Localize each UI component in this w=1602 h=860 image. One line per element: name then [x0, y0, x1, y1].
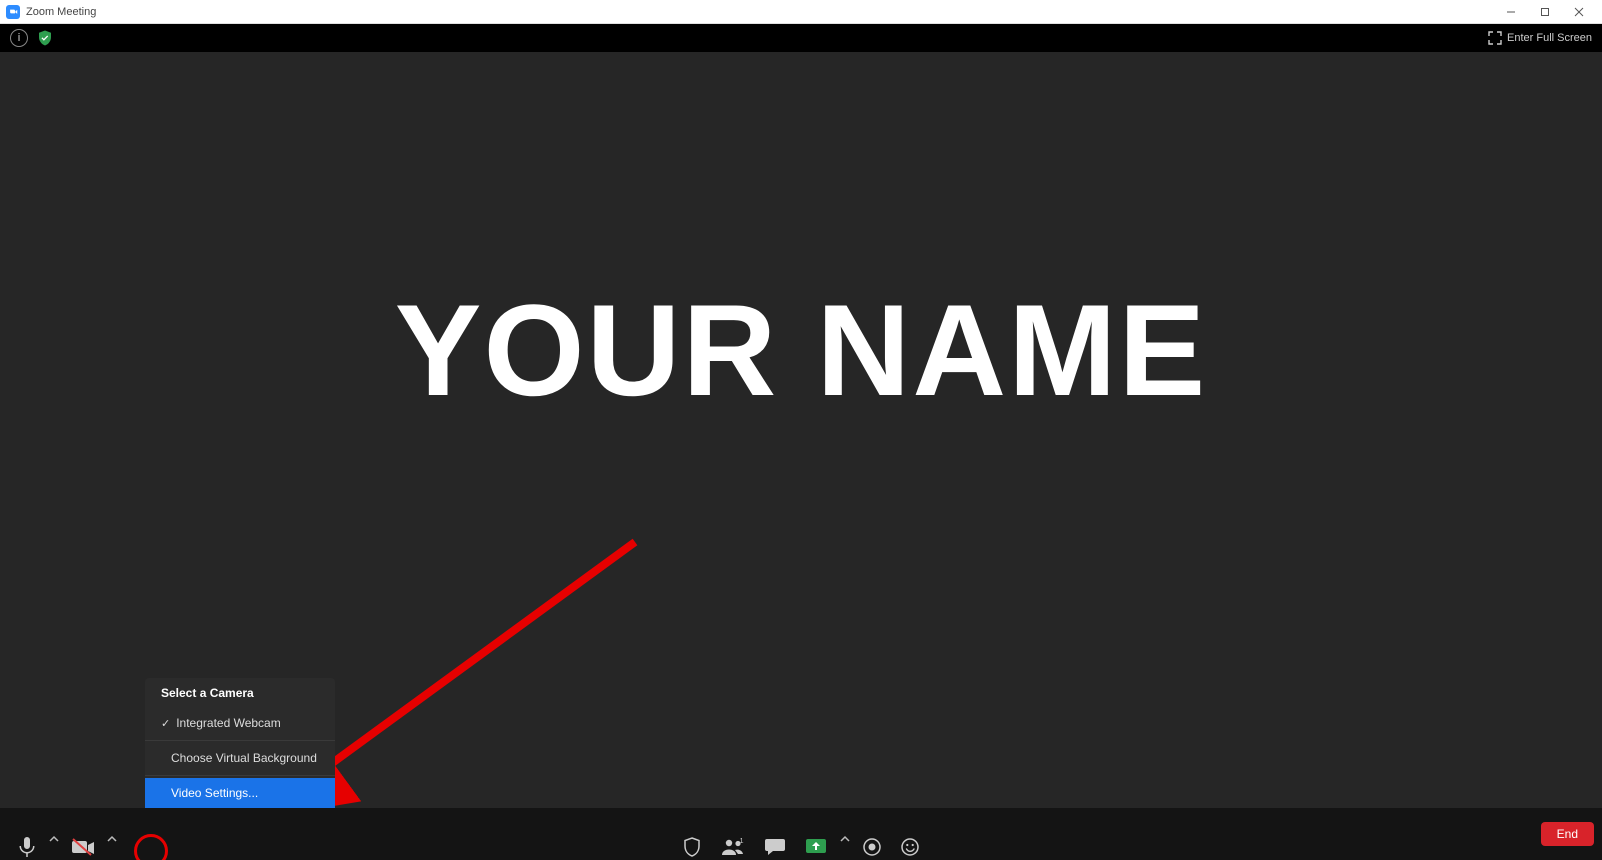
camera-menu-item-virtual-bg[interactable]: Choose Virtual Background	[145, 743, 335, 773]
record-icon	[863, 836, 881, 858]
reactions-button[interactable]	[891, 808, 929, 860]
svg-text:1: 1	[740, 838, 744, 845]
share-options-caret[interactable]	[837, 834, 853, 860]
camera-menu-item-video-settings[interactable]: Video Settings...	[145, 778, 335, 808]
window-title: Zoom Meeting	[26, 6, 96, 18]
camera-menu-separator	[145, 740, 335, 741]
reactions-icon	[901, 836, 919, 858]
share-screen-button[interactable]	[795, 808, 837, 860]
audio-options-caret[interactable]	[46, 834, 62, 860]
video-options-caret[interactable]	[104, 834, 120, 860]
security-shield-icon	[683, 836, 701, 858]
window-close-button[interactable]	[1562, 0, 1596, 24]
microphone-icon	[18, 836, 36, 858]
window-minimize-button[interactable]	[1494, 0, 1528, 24]
meeting-info-icon[interactable]: i	[10, 29, 28, 47]
camera-menu-item-integrated[interactable]: Integrated Webcam	[145, 708, 335, 738]
chat-icon	[765, 836, 785, 858]
window-titlebar: Zoom Meeting	[0, 0, 1602, 24]
end-meeting-button[interactable]: End	[1541, 822, 1594, 846]
enter-fullscreen-button[interactable]: Enter Full Screen	[1488, 31, 1592, 45]
meeting-controls-bar: 1 End	[0, 808, 1602, 860]
camera-options-menu: Select a Camera Integrated Webcam Choose…	[145, 678, 335, 808]
encryption-shield-icon[interactable]	[36, 29, 54, 47]
participant-display-name: YOUR NAME	[395, 275, 1207, 425]
camera-menu-header: Select a Camera	[145, 678, 335, 708]
participants-button[interactable]: 1	[711, 808, 755, 860]
enter-fullscreen-label: Enter Full Screen	[1507, 32, 1592, 44]
security-button[interactable]	[673, 808, 711, 860]
video-stage: YOUR NAME Select a Camera Integrated Web…	[0, 52, 1602, 808]
chat-button[interactable]	[755, 808, 795, 860]
camera-icon	[72, 836, 94, 858]
record-button[interactable]	[853, 808, 891, 860]
fullscreen-icon	[1488, 31, 1502, 45]
share-screen-icon	[805, 836, 827, 858]
mute-button[interactable]	[8, 808, 46, 860]
participants-icon: 1	[721, 836, 745, 858]
start-video-button[interactable]	[62, 808, 104, 860]
zoom-app-icon	[6, 5, 20, 19]
meeting-topbar: i Enter Full Screen	[0, 24, 1602, 52]
camera-menu-separator	[145, 775, 335, 776]
annotation-red-circle	[134, 834, 168, 860]
window-maximize-button[interactable]	[1528, 0, 1562, 24]
